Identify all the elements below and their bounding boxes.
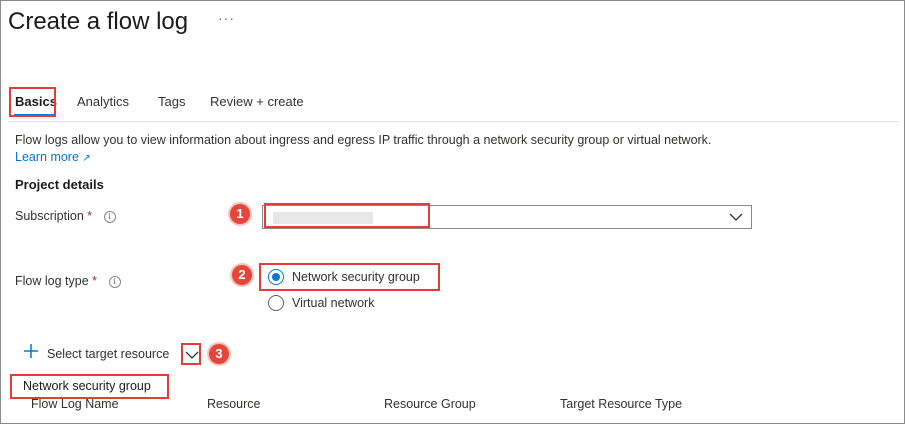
description-text: Flow logs allow you to view information …: [15, 133, 712, 147]
chevron-down-icon: [729, 213, 743, 221]
column-header-flow-log-name: Flow Log Name: [31, 397, 119, 411]
chevron-down-icon: [185, 351, 199, 359]
description: Flow logs allow you to view information …: [15, 132, 735, 167]
callout-badge-3: 3: [209, 344, 229, 364]
page-title: Create a flow log: [8, 8, 189, 35]
subscription-label: Subscription * i: [15, 209, 116, 223]
more-options-button[interactable]: ···: [218, 10, 235, 26]
callout-badge-2: 2: [232, 265, 252, 285]
radio-label-virtual-network[interactable]: Virtual network: [292, 296, 374, 310]
column-header-resource: Resource: [207, 397, 261, 411]
highlight-box-flow-log-type: [259, 263, 440, 291]
tabs-divider: [8, 121, 899, 122]
select-target-resource-button[interactable]: Select target resource: [47, 347, 169, 361]
select-target-resource-dropdown[interactable]: [181, 343, 201, 365]
required-indicator: *: [92, 274, 98, 288]
radio-virtual-network[interactable]: [268, 295, 284, 311]
learn-more-link[interactable]: Learn more ↗: [15, 150, 91, 164]
callout-badge-1: 1: [230, 204, 250, 224]
project-details-heading: Project details: [15, 177, 104, 192]
highlight-box-subscription: [264, 203, 430, 228]
tab-tags[interactable]: Tags: [158, 94, 185, 109]
plus-icon[interactable]: [23, 343, 39, 359]
external-link-icon: ↗: [82, 153, 91, 164]
required-indicator: *: [87, 209, 93, 223]
tab-review-create[interactable]: Review + create: [210, 94, 304, 109]
target-dropdown-option-network-security-group[interactable]: Network security group: [10, 374, 169, 399]
info-icon[interactable]: i: [108, 275, 121, 288]
column-header-target-resource-type: Target Resource Type: [560, 397, 683, 411]
info-icon[interactable]: i: [103, 210, 116, 223]
flow-log-type-label: Flow log type * i: [15, 274, 121, 288]
column-header-resource-group: Resource Group: [384, 397, 476, 411]
tab-analytics[interactable]: Analytics: [77, 94, 129, 109]
highlight-box-basics: [9, 87, 56, 117]
